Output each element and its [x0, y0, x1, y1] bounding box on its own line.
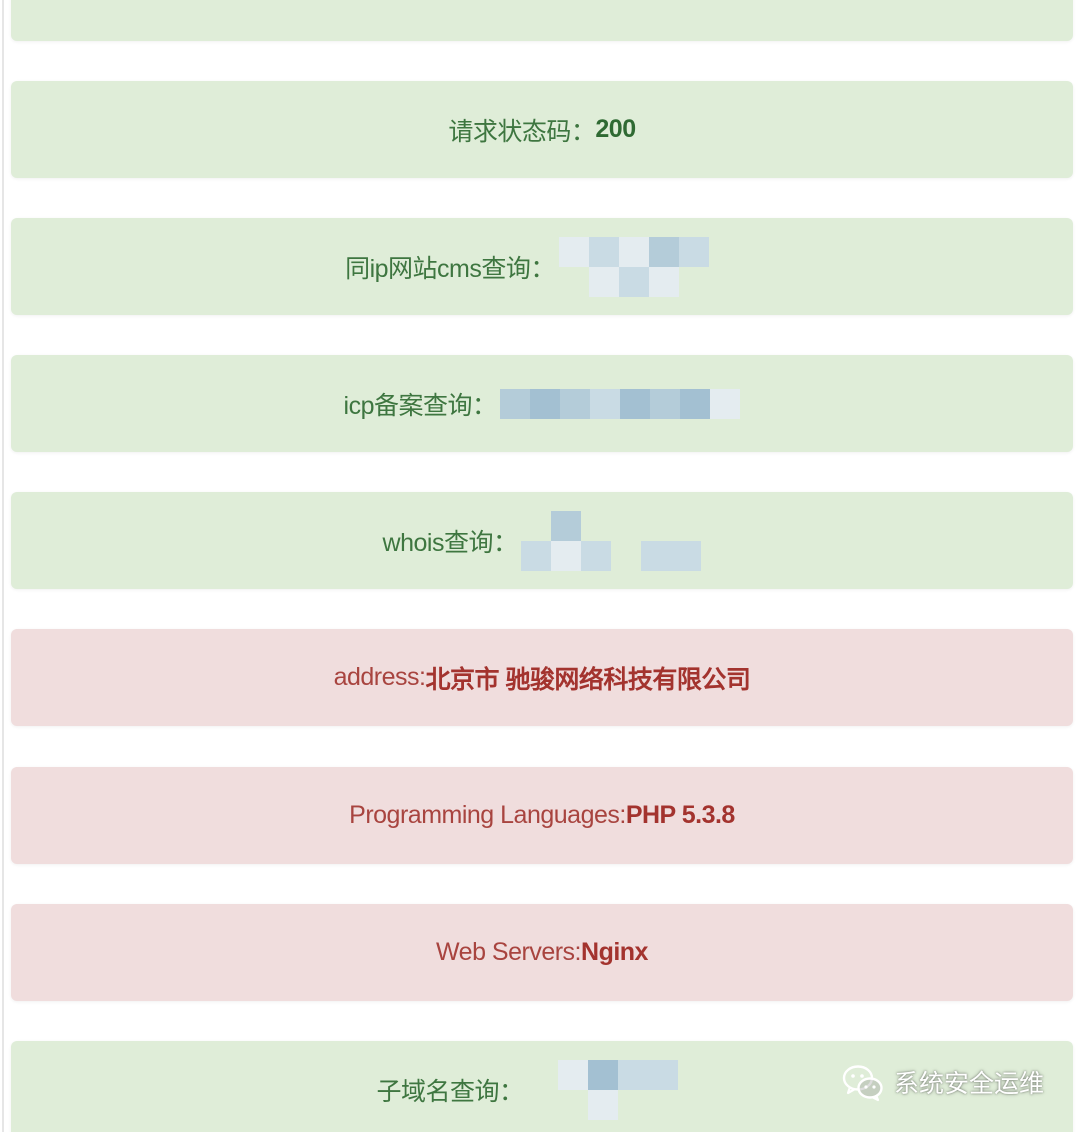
- result-row-address: address: 北京市 驰骏网络科技有限公司: [11, 629, 1073, 726]
- result-row-status-code: 请求状态码： 200: [11, 81, 1073, 178]
- result-panel: 请求状态码： 200 同ip网站cms查询： icp备案查询： whois查询：…: [0, 0, 1080, 1132]
- web-servers-label: Web Servers:: [436, 938, 582, 966]
- programming-languages-label: Programming Languages:: [349, 801, 626, 829]
- address-value: 北京市 驰骏网络科技有限公司: [425, 665, 751, 694]
- status-code-label: 请求状态码：: [448, 117, 596, 146]
- result-row-whois: whois查询：: [11, 492, 1073, 589]
- same-ip-cms-label: 同ip网站cms查询：: [345, 254, 555, 283]
- whois-label: whois查询：: [382, 528, 518, 557]
- status-code-value: 200: [595, 115, 636, 143]
- address-label: address:: [333, 663, 426, 691]
- redacted-value-mosaic: [521, 510, 702, 571]
- result-row-same-ip-cms: 同ip网站cms查询：: [11, 218, 1073, 315]
- result-row-programming-languages: Programming Languages: PHP 5.3.8: [11, 767, 1073, 864]
- result-row-cut-off: [11, 0, 1073, 41]
- result-row-icp: icp备案查询：: [11, 355, 1073, 452]
- watermark-text: 系统安全运维: [893, 1070, 1044, 1098]
- wechat-watermark: 系统安全运维: [842, 1062, 1044, 1102]
- web-servers-value: Nginx: [581, 938, 648, 966]
- wechat-icon: [842, 1065, 883, 1102]
- programming-languages-value: PHP 5.3.8: [625, 801, 736, 829]
- redacted-value-mosaic: [500, 388, 741, 419]
- icp-label: icp备案查询：: [343, 391, 497, 420]
- result-row-web-servers: Web Servers: Nginx: [11, 904, 1073, 1001]
- subdomain-label: 子域名查询：: [376, 1077, 524, 1106]
- redacted-value-mosaic: [558, 236, 739, 297]
- redacted-value-mosaic: [528, 1059, 708, 1120]
- left-border: [2, 0, 4, 1132]
